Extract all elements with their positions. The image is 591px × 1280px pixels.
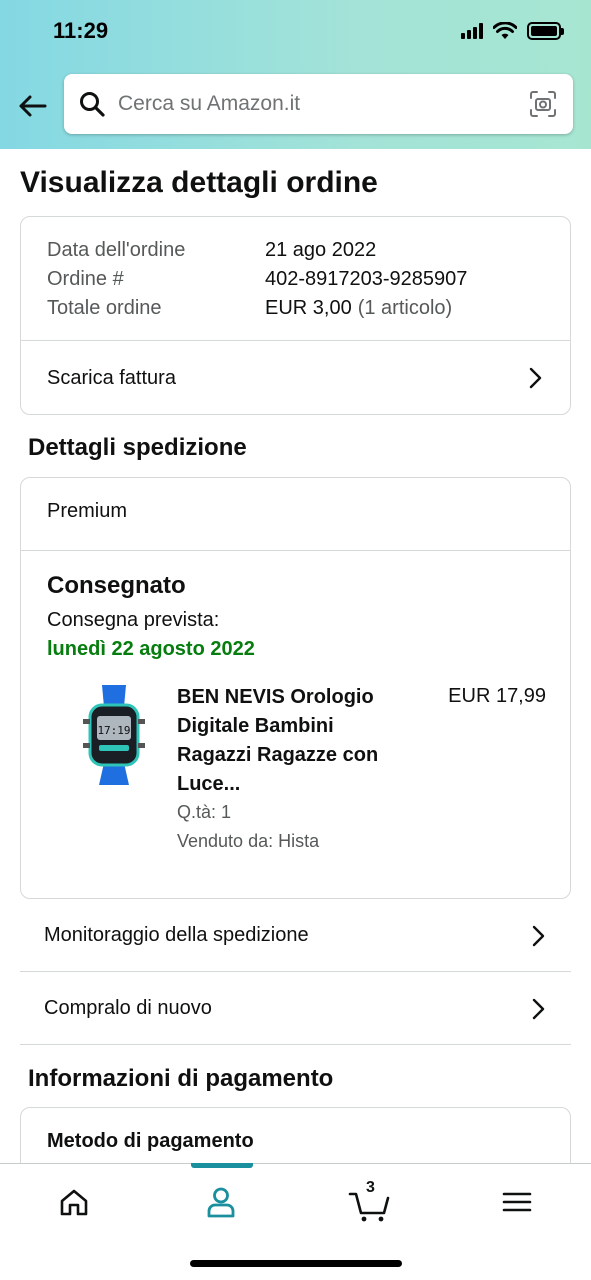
buy-again-label: Compralo di nuovo [44, 997, 212, 1019]
chevron-right-icon [532, 925, 545, 946]
order-total-label: Totale ordine [47, 297, 162, 319]
search-bar[interactable] [64, 74, 573, 134]
shipment-section-title: Dettagli spedizione [28, 434, 247, 461]
product-image[interactable]: 17:19 [71, 685, 157, 785]
product-title[interactable]: BEN NEVIS Orologio Digitale Bambini Raga… [177, 683, 407, 799]
home-icon [60, 1189, 88, 1216]
payment-section-title: Informazioni di pagamento [28, 1065, 334, 1092]
order-item-count: (1 articolo) [357, 297, 453, 319]
user-icon [207, 1187, 235, 1218]
order-number-label: Ordine # [47, 268, 124, 290]
delivery-status: Consegnato [47, 572, 186, 599]
arrow-left-icon [19, 95, 47, 117]
page-title: Visualizza dettagli ordine [20, 166, 378, 199]
cart-count-badge: 3 [366, 1179, 375, 1196]
tab-home[interactable] [44, 1180, 104, 1224]
svg-text:17:19: 17:19 [97, 724, 130, 737]
download-invoice-link[interactable]: Scarica fattura [21, 341, 570, 414]
status-icons [461, 22, 564, 40]
track-shipment-label: Monitoraggio della spedizione [44, 924, 309, 946]
order-number-value: 402-8917203-9285907 [265, 268, 468, 290]
active-tab-indicator [191, 1163, 253, 1168]
order-total-row: Totale ordine EUR 3,00 (1 articolo) [47, 297, 452, 320]
order-number-row: Ordine # 402-8917203-9285907 [47, 268, 467, 291]
expected-delivery-date: lunedì 22 agosto 2022 [47, 638, 255, 660]
product-seller: Venduto da: Hista [177, 831, 320, 851]
expected-delivery-label: Consegna prevista: [47, 609, 220, 631]
hamburger-menu-icon [502, 1192, 532, 1212]
tab-account[interactable] [191, 1180, 251, 1224]
order-date-row: Data dell'ordine 21 ago 2022 [47, 239, 376, 262]
download-invoice-label: Scarica fattura [47, 366, 176, 389]
order-date-label: Data dell'ordine [47, 239, 186, 261]
status-time: 11:29 [53, 18, 109, 43]
product-quantity: Q.tà: 1 [177, 802, 232, 822]
back-button[interactable] [14, 88, 50, 124]
order-summary-card: Data dell'ordine 21 ago 2022 Ordine # 40… [20, 216, 571, 415]
shipping-type: Premium [47, 500, 128, 522]
cellular-signal-icon [461, 23, 483, 39]
app-header: 11:29 [0, 0, 591, 149]
wifi-icon [493, 22, 517, 39]
shipment-card: Premium Consegnato Consegna prevista: lu… [20, 477, 571, 899]
chevron-right-icon [532, 998, 545, 1019]
order-date-value: 21 ago 2022 [265, 239, 377, 261]
divider [21, 550, 570, 551]
payment-method-label: Metodo di pagamento [47, 1130, 254, 1152]
order-total-value: EUR 3,00 [265, 297, 352, 319]
chevron-right-icon [529, 367, 542, 389]
tab-cart[interactable]: 3 [340, 1179, 400, 1224]
battery-icon [527, 22, 564, 40]
home-indicator[interactable] [190, 1260, 402, 1267]
buy-again-link[interactable]: Compralo di nuovo [20, 973, 571, 1045]
search-input[interactable] [118, 92, 498, 116]
track-shipment-link[interactable]: Monitoraggio della spedizione [20, 900, 571, 972]
camera-scan-icon[interactable] [529, 90, 557, 118]
search-icon [78, 90, 106, 118]
product-price: EUR 17,99 [448, 685, 546, 707]
tab-menu[interactable] [487, 1180, 547, 1224]
